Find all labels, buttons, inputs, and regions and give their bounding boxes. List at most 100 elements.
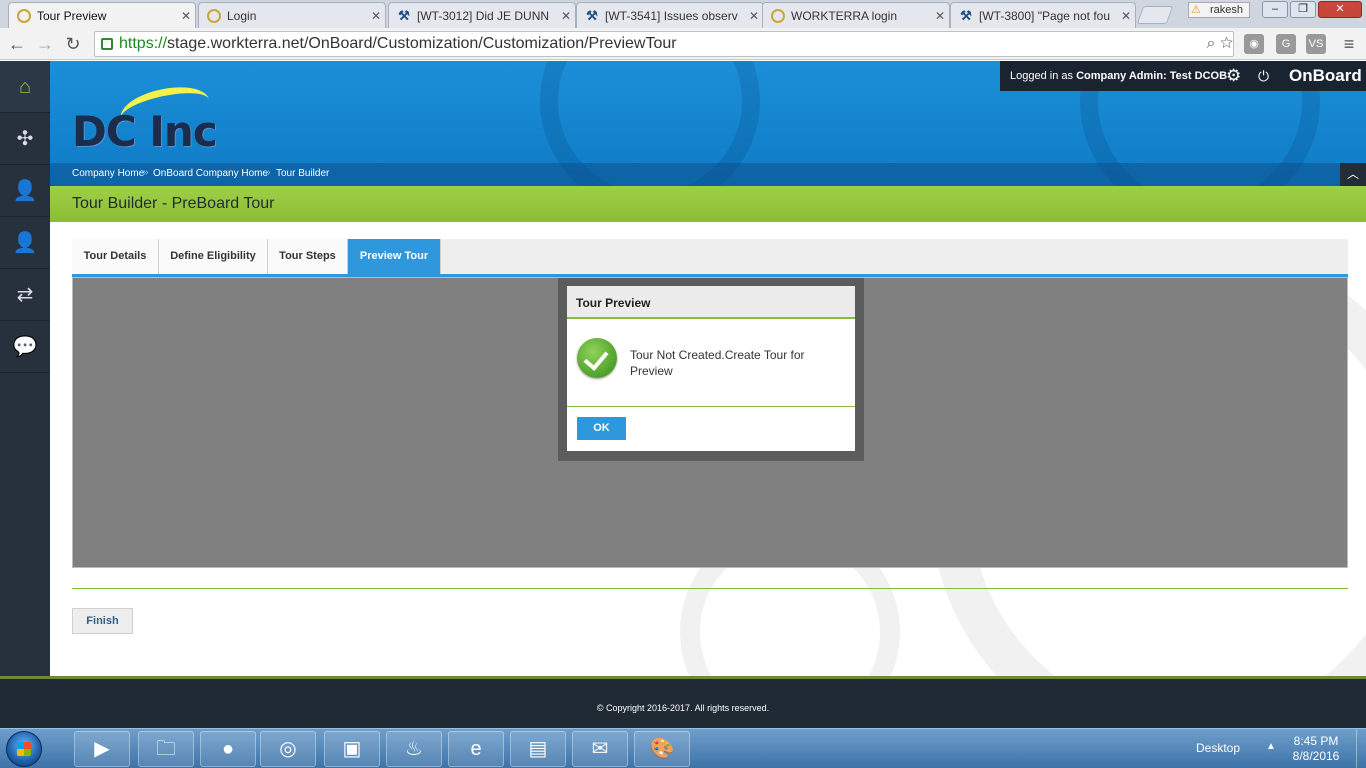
ok-button[interactable]: OK [577,417,626,440]
dialog-body: Tour Not Created.Create Tour for Preview [567,319,855,406]
sidebar-item-puzzle[interactable]: ✣ [0,113,50,165]
tab-preview-tour[interactable]: Preview Tour [348,239,441,274]
close-icon[interactable]: ✕ [1117,9,1135,23]
gear-icon[interactable]: ⚙ [1226,61,1241,91]
breadcrumb-separator: » [143,167,149,178]
tab-define-eligibility[interactable]: Define Eligibility [159,239,268,274]
arrows-icon: ⇄ [16,284,34,306]
paint-icon[interactable]: 🎨 [634,731,690,767]
reload-icon[interactable]: ↻ [62,33,84,55]
chat-icon: 💬 [12,336,38,358]
dialog-message: Tour Not Created.Create Tour for Preview [630,348,805,378]
browser-tab-wt-3012[interactable]: ⚒ [WT-3012] Did JE DUNN ✕ [388,2,576,28]
back-arrow-icon[interactable]: ← [6,33,28,55]
breadcrumb-company-home[interactable]: Company Home [72,168,144,179]
breadcrumb-separator: » [265,167,271,178]
forward-arrow-icon[interactable]: → [34,33,56,55]
browser-tab-workterra-login[interactable]: WORKTERRA login ✕ [762,2,950,28]
internet-explorer-icon[interactable]: e [448,731,504,767]
sidebar-item-user[interactable]: 👤 [0,217,50,269]
jira-icon: ⚒ [586,7,598,23]
success-check-icon [577,338,617,378]
jira-icon: ⚒ [960,7,972,23]
g-extension-icon[interactable]: G [1276,34,1296,54]
chrome-icon[interactable]: ◎ [260,731,316,767]
app-footer: © Copyright 2016-2017. All rights reserv… [0,676,1366,728]
browser-tab-tour-preview[interactable]: Tour Preview ✕ [8,2,196,28]
page-title: Tour Builder - PreBoard Tour [72,195,275,212]
home-icon: ⌂ [18,76,32,98]
collapse-header-button[interactable]: ︿ [1340,163,1366,186]
lock-icon [101,38,113,50]
power-icon[interactable]: ⏻ [1258,61,1269,91]
browser-tab-title: [WT-3012] Did JE DUNN [417,8,550,23]
breadcrumb: Company Home » OnBoard Company Home » To… [50,163,1366,186]
omnibox-actions: ⌕ ☆ [1207,32,1233,56]
sidebar-item-home[interactable]: ⌂ [0,61,50,113]
browser-tab-wt-3800[interactable]: ⚒ [WT-3800] "Page not fou ✕ [950,2,1136,28]
close-icon[interactable]: ✕ [931,9,949,23]
firefox-icon[interactable]: ● [200,731,256,767]
left-sidebar: ⌂ ✣ 👤 👤 ⇄ 💬 [0,61,50,676]
menu-icon[interactable]: ≡ [1338,33,1360,55]
close-icon[interactable]: ✕ [557,9,575,23]
outlook-icon[interactable]: ✉ [572,731,628,767]
vs-extension-icon[interactable]: VS [1306,34,1326,54]
browser-tab-login[interactable]: Login ✕ [198,2,386,28]
notes-app-icon[interactable]: ▤ [510,731,566,767]
media-player-icon[interactable]: ▶ [74,731,130,767]
tab-tour-steps[interactable]: Tour Steps [268,239,348,274]
modal-overlay-frame: Tour Preview Tour Not Created.Create Tou… [558,278,864,461]
url-input[interactable]: https://stage.workterra.net/OnBoard/Cust… [94,31,1234,57]
file-explorer-icon[interactable]: 🗀 [138,731,194,767]
browser-tab-title: WORKTERRA login [791,8,898,23]
close-icon[interactable]: ✕ [745,9,763,23]
desktop-toolbar-label[interactable]: Desktop [1196,741,1240,755]
close-icon[interactable]: ✕ [177,9,195,23]
breadcrumb-onboard-home[interactable]: OnBoard Company Home [153,168,268,179]
url-scheme: https:// [119,35,168,52]
sidebar-item-transfer[interactable]: ⇄ [0,269,50,321]
clock-time: 8:45 PM [1293,734,1339,748]
system-clock[interactable]: 8:45 PM 8/8/2016 [1286,734,1346,764]
show-desktop-button[interactable] [1356,729,1366,768]
tour-builder-tabs: Tour Details Define Eligibility Tour Ste… [72,239,1348,277]
finish-button[interactable]: Finish [72,608,133,634]
zoom-icon[interactable]: ⌕ [1207,35,1216,52]
app-header: DC Inc Logged in as Company Admin: Test … [50,61,1366,186]
logged-in-text: Logged in as Company Admin: Test DCOB [1010,61,1227,91]
new-tab-button[interactable] [1136,6,1174,24]
bookmark-star-icon[interactable]: ☆ [1220,35,1233,52]
user-bar: Logged in as Company Admin: Test DCOB ⚙ … [1000,61,1366,91]
profile-chip[interactable]: ⚠ rakesh [1188,2,1250,18]
browser-tab-wt-3541[interactable]: ⚒ [WT-3541] Issues observ ✕ [576,2,764,28]
sidebar-item-chat[interactable]: 💬 [0,321,50,373]
user-plus-icon: 👤 [12,180,38,202]
dialog-title: Tour Preview [567,286,855,319]
sidebar-item-add-user[interactable]: 👤 [0,165,50,217]
browser-tabstrip: Tour Preview ✕ Login ✕ ⚒ [WT-3012] Did J… [0,0,1366,28]
workterra-icon [771,8,785,23]
breadcrumb-tour-builder[interactable]: Tour Builder [276,168,329,179]
browser-tab-title: Login [227,8,257,23]
minimize-button[interactable]: ‒ [1262,1,1288,18]
remote-app-icon[interactable]: ▣ [324,731,380,767]
flame-app-icon[interactable]: ♨ [386,731,442,767]
maximize-button[interactable]: ❐ [1290,1,1316,18]
brand-label: OnBoard [1289,66,1362,85]
url-path: stage.workterra.net/OnBoard/Customizatio… [167,35,677,52]
user-name: Test DCOB [1169,70,1228,82]
close-icon[interactable]: ✕ [367,9,385,23]
window-close-button[interactable]: ✕ [1318,1,1362,18]
start-button[interactable] [6,731,42,767]
camera-extension-icon[interactable]: ◉ [1244,34,1264,54]
browser-tab-title: [WT-3800] "Page not fou [979,8,1111,23]
tour-preview-dialog: Tour Preview Tour Not Created.Create Tou… [567,286,855,451]
section-divider [72,588,1348,589]
tab-tour-details[interactable]: Tour Details [72,239,159,274]
dialog-footer: OK [567,406,855,449]
user-role: Company Admin: [1076,70,1167,82]
tray-expand-icon[interactable]: ▲ [1266,741,1276,752]
company-logo[interactable]: DC Inc [72,80,222,163]
windows-taskbar: ▶ 🗀 ● ◎ ▣ ♨ e ▤ ✉ 🎨 Desktop ▲ 8:45 PM 8/… [0,728,1366,768]
